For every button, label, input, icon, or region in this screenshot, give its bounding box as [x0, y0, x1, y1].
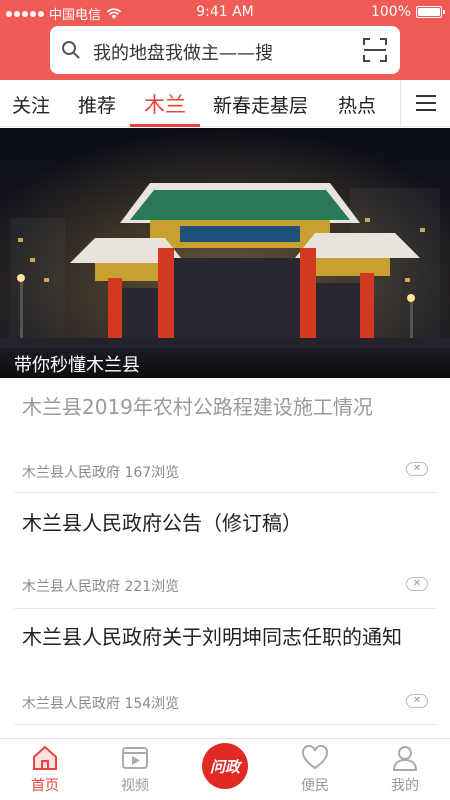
- search-icon: [62, 41, 80, 59]
- user-icon: [392, 746, 418, 771]
- active-tab-indicator: [130, 124, 200, 127]
- news-item[interactable]: 木兰县人民政府关于刘明坤同志任职的通知 木兰县人民政府 154浏览 ✕: [0, 610, 450, 736]
- nav-bianmin-label: 便民: [301, 778, 329, 794]
- banner[interactable]: 带你秒懂木兰县: [0, 128, 450, 378]
- heart-icon: [301, 744, 329, 770]
- news-title[interactable]: 木兰县2019年农村公路程建设施工情况: [22, 392, 432, 422]
- news-item[interactable]: 木兰县人民政府公告（修订稿） 木兰县人民政府 221浏览 ✕: [0, 494, 450, 610]
- nav-mine[interactable]: 我的: [360, 739, 450, 800]
- close-icon[interactable]: ✕: [406, 694, 428, 708]
- bottom-nav: 首页 视频 问政 便民 我的: [0, 738, 450, 800]
- news-title[interactable]: 木兰县人民政府公告（修订稿）: [22, 508, 432, 538]
- menu-icon: [415, 95, 436, 97]
- divider: [14, 608, 436, 609]
- battery-icon: [416, 6, 445, 18]
- close-icon[interactable]: ✕: [406, 577, 428, 591]
- close-icon[interactable]: ✕: [406, 462, 428, 476]
- news-meta: 木兰县人民政府 221浏览: [22, 579, 180, 595]
- tab-redian[interactable]: 热点: [338, 91, 376, 118]
- battery-percent: 100%: [370, 4, 411, 20]
- nav-video-label: 视频: [121, 778, 149, 794]
- scan-icon[interactable]: [362, 37, 388, 63]
- divider: [14, 492, 436, 493]
- nav-home[interactable]: 首页: [0, 739, 90, 800]
- nav-mine-label: 我的: [391, 778, 419, 794]
- news-title[interactable]: 木兰县人民政府关于刘明坤同志任职的通知: [22, 622, 432, 652]
- tab-tuijian[interactable]: 推荐: [78, 91, 116, 118]
- video-icon: [122, 747, 148, 769]
- search-input[interactable]: 我的地盘我做主——搜: [93, 39, 273, 65]
- banner-caption-bar: 带你秒懂木兰县: [0, 348, 450, 378]
- home-icon: [33, 745, 57, 770]
- channel-menu-button[interactable]: [400, 80, 450, 126]
- wenzheng-button[interactable]: 问政: [202, 743, 248, 789]
- news-meta: 木兰县人民政府 154浏览: [22, 696, 180, 712]
- tab-xinchun[interactable]: 新春走基层: [213, 91, 308, 118]
- status-bar: 中国电信 9:41 AM 100%: [0, 0, 450, 24]
- banner-caption: 带你秒懂木兰县: [14, 355, 140, 376]
- banner-image: [0, 128, 450, 378]
- divider: [14, 724, 436, 725]
- tab-guanzhu[interactable]: 关注: [12, 91, 50, 118]
- nav-home-label: 首页: [31, 778, 59, 794]
- news-meta: 木兰县人民政府 167浏览: [22, 465, 180, 481]
- header-bar: 中国电信 9:41 AM 100% 我的地盘我做主——搜: [0, 0, 450, 80]
- nav-bianmin[interactable]: 便民: [270, 739, 360, 800]
- news-item[interactable]: 木兰县2019年农村公路程建设施工情况 木兰县人民政府 167浏览 ✕: [0, 378, 450, 494]
- tab-mulan[interactable]: 木兰: [144, 89, 186, 119]
- nav-video[interactable]: 视频: [90, 739, 180, 800]
- search-bar[interactable]: 我的地盘我做主——搜: [50, 26, 400, 74]
- category-tabs: 关注 推荐 木兰 新春走基层 热点: [0, 80, 450, 127]
